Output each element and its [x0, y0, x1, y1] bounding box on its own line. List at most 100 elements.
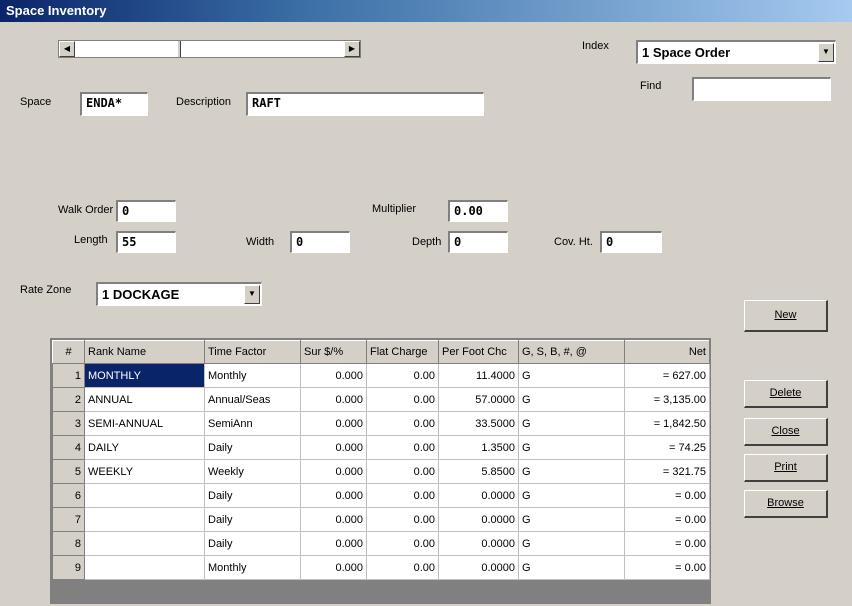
cell-time-factor[interactable]: Weekly — [204, 459, 301, 484]
depth-input[interactable]: 0 — [448, 231, 508, 253]
column-header-sur[interactable]: Sur $/% — [300, 340, 367, 364]
cell-sur[interactable]: 0.000 — [300, 531, 367, 556]
table-row[interactable]: 8 Daily 0.000 0.00 0.0000 G = 0.00 — [52, 531, 710, 556]
cell-rank-name[interactable] — [84, 483, 205, 508]
new-button[interactable]: New — [744, 300, 828, 332]
cell-per-foot-charge[interactable]: 5.8500 — [438, 459, 519, 484]
cell-sur[interactable]: 0.000 — [300, 411, 367, 436]
cell-sur[interactable]: 0.000 — [300, 387, 367, 412]
scroll-thumb[interactable] — [177, 41, 181, 57]
cell-time-factor[interactable]: Monthly — [204, 363, 301, 388]
width-input[interactable]: 0 — [290, 231, 350, 253]
cell-sur[interactable]: 0.000 — [300, 483, 367, 508]
cell-per-foot-charge[interactable]: 0.0000 — [438, 555, 519, 580]
cell-sur[interactable]: 0.000 — [300, 507, 367, 532]
description-input[interactable]: RAFT — [246, 92, 484, 116]
rate-grid[interactable]: # Rank Name Time Factor Sur $/% Flat Charge P… — [50, 338, 711, 604]
cell-gsb[interactable]: G — [518, 483, 625, 508]
column-header-row-number[interactable]: # — [52, 340, 85, 364]
print-button[interactable]: Print — [744, 454, 828, 482]
table-row[interactable]: 5 WEEKLY Weekly 0.000 0.00 5.8500 G = 321.75 — [52, 459, 710, 484]
browse-button[interactable]: Browse — [744, 490, 828, 518]
cell-sur[interactable]: 0.000 — [300, 435, 367, 460]
cell-net[interactable]: = 0.00 — [624, 483, 710, 508]
column-header-rank-name[interactable]: Rank Name — [84, 340, 205, 364]
cell-sur[interactable]: 0.000 — [300, 459, 367, 484]
table-row[interactable]: 9 Monthly 0.000 0.00 0.0000 G = 0.00 — [52, 555, 710, 580]
cell-rank-name[interactable]: ANNUAL — [84, 387, 205, 412]
cell-flat-charge[interactable]: 0.00 — [366, 507, 439, 532]
cell-gsb[interactable]: G — [518, 531, 625, 556]
cell-sur[interactable]: 0.000 — [300, 363, 367, 388]
column-header-per-foot-charge[interactable]: Per Foot Chc — [438, 340, 519, 364]
delete-button[interactable]: Delete — [744, 380, 828, 408]
cell-per-foot-charge[interactable]: 0.0000 — [438, 483, 519, 508]
length-input[interactable]: 55 — [116, 231, 176, 253]
cell-gsb[interactable]: G — [518, 387, 625, 412]
cell-time-factor[interactable]: Daily — [204, 507, 301, 532]
cell-rank-name[interactable] — [84, 531, 205, 556]
cell-flat-charge[interactable]: 0.00 — [366, 459, 439, 484]
chevron-down-icon[interactable]: ▼ — [818, 43, 834, 62]
table-row[interactable]: 7 Daily 0.000 0.00 0.0000 G = 0.00 — [52, 507, 710, 532]
cell-gsb[interactable]: G — [518, 411, 625, 436]
cell-flat-charge[interactable]: 0.00 — [366, 531, 439, 556]
scroll-right-icon[interactable]: ▶ — [344, 41, 360, 57]
cell-gsb[interactable]: G — [518, 459, 625, 484]
cell-net[interactable]: = 74.25 — [624, 435, 710, 460]
cell-rank-name[interactable] — [84, 555, 205, 580]
cell-rank-name[interactable]: SEMI-ANNUAL — [84, 411, 205, 436]
close-button[interactable]: Close — [744, 418, 828, 446]
table-row[interactable]: 3 SEMI-ANNUAL SemiAnn 0.000 0.00 33.5000 G = 1,… — [52, 411, 710, 436]
cell-time-factor[interactable]: Daily — [204, 435, 301, 460]
cell-time-factor[interactable]: Daily — [204, 483, 301, 508]
cell-flat-charge[interactable]: 0.00 — [366, 555, 439, 580]
cell-per-foot-charge[interactable]: 0.0000 — [438, 507, 519, 532]
cell-flat-charge[interactable]: 0.00 — [366, 483, 439, 508]
multiplier-input[interactable]: 0.00 — [448, 200, 508, 222]
cov-ht-input[interactable]: 0 — [600, 231, 662, 253]
find-input[interactable] — [692, 77, 831, 101]
cell-rank-name[interactable]: DAILY — [84, 435, 205, 460]
cell-rank-name[interactable]: MONTHLY — [84, 363, 205, 388]
table-row[interactable]: 4 DAILY Daily 0.000 0.00 1.3500 G = 74.25 — [52, 435, 710, 460]
cell-per-foot-charge[interactable]: 33.5000 — [438, 411, 519, 436]
cell-sur[interactable]: 0.000 — [300, 555, 367, 580]
column-header-net[interactable]: Net — [624, 340, 710, 364]
cell-time-factor[interactable]: Annual/Seas — [204, 387, 301, 412]
cell-net[interactable]: = 321.75 — [624, 459, 710, 484]
cell-gsb[interactable]: G — [518, 435, 625, 460]
cell-per-foot-charge[interactable]: 1.3500 — [438, 435, 519, 460]
cell-rank-name[interactable] — [84, 507, 205, 532]
space-input[interactable]: ENDA* — [80, 92, 148, 116]
cell-per-foot-charge[interactable]: 0.0000 — [438, 531, 519, 556]
cell-per-foot-charge[interactable]: 11.4000 — [438, 363, 519, 388]
cell-rank-name[interactable]: WEEKLY — [84, 459, 205, 484]
cell-gsb[interactable]: G — [518, 555, 625, 580]
table-row[interactable]: 1 MONTHLY Monthly 0.000 0.00 11.4000 G = 627.00 — [52, 363, 710, 388]
index-select[interactable]: 1 Space Order ▼ — [636, 40, 836, 64]
cell-net[interactable]: = 627.00 — [624, 363, 710, 388]
table-row[interactable]: 2 ANNUAL Annual/Seas 0.000 0.00 57.0000 G = 3,1… — [52, 387, 710, 412]
cell-net[interactable]: = 3,135.00 — [624, 387, 710, 412]
chevron-down-icon[interactable]: ▼ — [244, 285, 260, 304]
cell-net[interactable]: = 0.00 — [624, 507, 710, 532]
cell-net[interactable]: = 0.00 — [624, 531, 710, 556]
cell-gsb[interactable]: G — [518, 507, 625, 532]
walk-order-input[interactable]: 0 — [116, 200, 176, 222]
column-header-gsb[interactable]: G, S, B, #, @ — [518, 340, 625, 364]
cell-flat-charge[interactable]: 0.00 — [366, 435, 439, 460]
cell-net[interactable]: = 0.00 — [624, 555, 710, 580]
cell-time-factor[interactable]: Monthly — [204, 555, 301, 580]
cell-net[interactable]: = 1,842.50 — [624, 411, 710, 436]
cell-time-factor[interactable]: Daily — [204, 531, 301, 556]
scroll-left-icon[interactable]: ◀ — [59, 41, 75, 57]
rate-zone-select[interactable]: 1 DOCKAGE ▼ — [96, 282, 262, 306]
cell-flat-charge[interactable]: 0.00 — [366, 411, 439, 436]
column-header-time-factor[interactable]: Time Factor — [204, 340, 301, 364]
cell-gsb[interactable]: G — [518, 363, 625, 388]
cell-time-factor[interactable]: SemiAnn — [204, 411, 301, 436]
column-header-flat-charge[interactable]: Flat Charge — [366, 340, 439, 364]
table-row[interactable]: 6 Daily 0.000 0.00 0.0000 G = 0.00 — [52, 483, 710, 508]
cell-flat-charge[interactable]: 0.00 — [366, 387, 439, 412]
